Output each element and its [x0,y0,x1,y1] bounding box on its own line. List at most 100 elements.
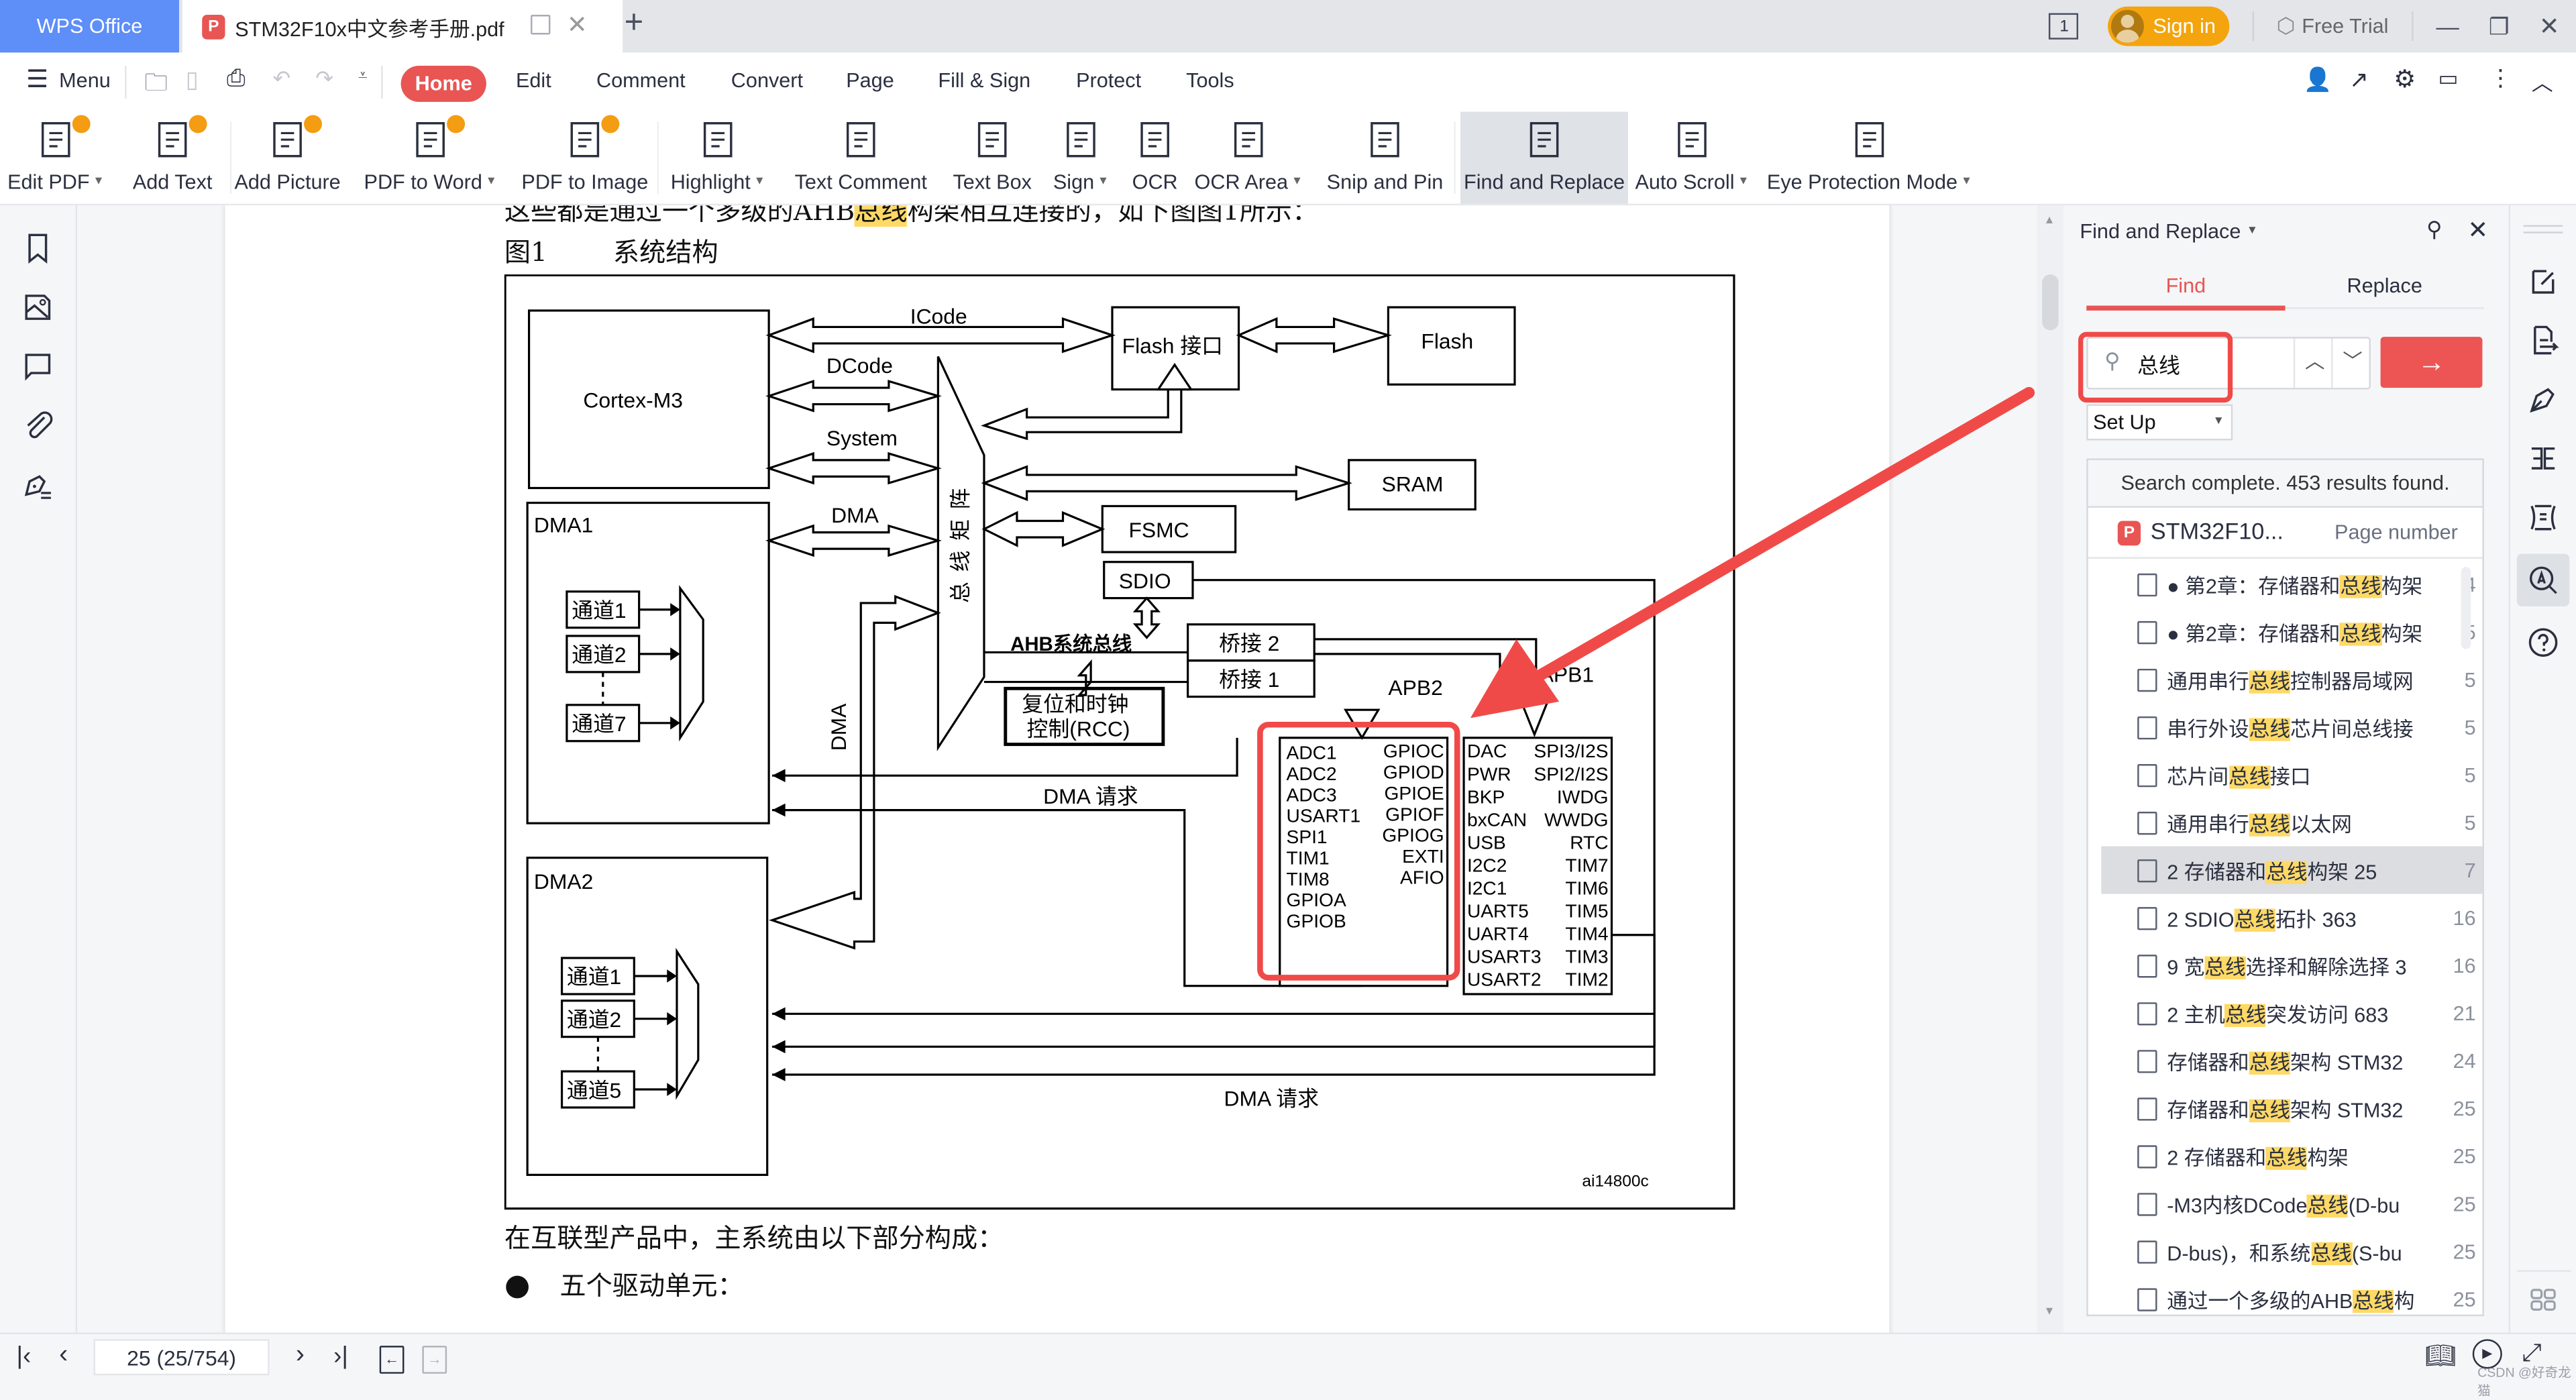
sign-pen-icon[interactable] [2527,383,2560,416]
tab-convert[interactable]: Convert [731,69,803,92]
grid-apps-icon[interactable] [2527,1283,2560,1316]
sign-in-button[interactable]: Sign in [2108,6,2229,46]
print-icon[interactable]: ⎙ [227,64,245,93]
dropdown-caret-icon[interactable]: ▼ [93,176,104,187]
ribbon-eye-protection-mode-button[interactable]: Eye Protection Mode ▼ [1766,112,1974,204]
search-result-item[interactable]: 2 主机总线突发访问 683 21 [2101,989,2482,1037]
search-result-item[interactable]: -M3内核DCode总线(D-bu 25 [2101,1180,2482,1228]
close-window-button[interactable]: ✕ [2539,11,2560,42]
tab-find[interactable]: Find [2086,274,2285,297]
drag-handle-icon[interactable] [2523,225,2563,233]
quick-access-dropdown-icon[interactable]: ⩡ [358,67,368,85]
search-result-item[interactable]: 芯片间总线接口 5 [2101,751,2482,798]
dropdown-caret-icon[interactable]: ▼ [754,176,765,187]
panel-title[interactable]: Find and Replace ▼ [2080,220,2257,243]
scroll-down-icon[interactable]: ▼ [2044,1306,2055,1317]
ribbon-edit-pdf-button[interactable]: Edit PDF ▼ [7,112,104,204]
dropdown-caret-icon[interactable]: ▼ [1737,176,1749,187]
ribbon-add-text-button[interactable]: Add Text [128,112,217,204]
edit-note-icon[interactable] [2527,264,2560,297]
tab-replace[interactable]: Replace [2286,274,2484,297]
undo-icon[interactable]: ↶ [273,66,291,92]
bookmark-icon[interactable] [21,231,54,264]
ribbon-sign-button[interactable]: Sign ▼ [1051,112,1110,204]
signature-icon[interactable] [21,468,54,501]
pin-panel-icon[interactable]: ⚲ [2426,217,2442,243]
first-page-button[interactable]: |‹ [16,1342,31,1370]
document-viewport[interactable]: 这些都是通过一个多级的AHB总线构架相互连接的，如下图图1所示： 图1系统结构 [77,205,2037,1333]
document-tab[interactable]: P STM32F10x中文参考手册.pdf ✕ [182,0,623,53]
dropdown-caret-icon[interactable]: ▼ [486,176,497,187]
compare-icon[interactable] [2527,442,2560,475]
back-view-button[interactable]: ← [379,1346,405,1374]
redo-icon[interactable]: ↷ [315,66,333,92]
fullscreen-icon[interactable]: ⤢ [2522,1339,2541,1367]
save-icon[interactable]: ▯ [186,66,199,94]
pin-tab-icon[interactable] [531,15,551,35]
search-result-item[interactable]: 2 存储器和总线构架 25 [2101,1132,2482,1180]
document-scrollbar[interactable]: ▲ ▼ [2037,205,2063,1333]
ribbon-highlight-button[interactable]: Highlight ▼ [667,112,769,204]
results-scrollbar-thumb[interactable] [2461,567,2471,649]
free-trial-button[interactable]: Free Trial [2302,15,2388,38]
page-number-input[interactable]: 25 (25/754) [93,1339,270,1376]
setup-dropdown[interactable]: Set Up ▼ [2086,404,2233,441]
search-result-item[interactable]: 通过一个多级的AHB总线构 25 [2101,1275,2482,1323]
dropdown-caret-icon[interactable]: ▼ [1961,176,1972,187]
search-result-item[interactable]: 9 宽总线选择和解除选择 3 16 [2101,942,2482,989]
scrollbar-thumb[interactable] [2042,274,2059,331]
scroll-up-icon[interactable]: ▲ [2044,215,2055,227]
collapse-ribbon-icon[interactable]: ︿ [2532,66,2553,97]
search-result-item[interactable]: ● 第2章：存储器和总线构架4 [2101,560,2482,608]
page-view-icon[interactable]: 1 [2049,13,2080,40]
settings-icon[interactable]: ⚙ [2394,64,2416,94]
ribbon-pdf-to-image-button[interactable]: PDF to Image [519,112,651,204]
wps-office-tab[interactable]: WPS Office [0,0,179,53]
dropdown-caret-icon[interactable]: ▼ [1097,176,1109,187]
tab-page[interactable]: Page [846,69,894,92]
search-result-item[interactable]: 通用串行总线以太网 5 [2101,798,2482,846]
tab-home[interactable]: Home [400,65,486,102]
ribbon-auto-scroll-button[interactable]: Auto Scroll ▼ [1635,112,1750,204]
next-result-button[interactable]: ﹀ [2343,347,2362,375]
previous-result-button[interactable]: ︿ [2305,347,2324,375]
search-result-item[interactable]: 2 存储器和总线构架 25 7 [2101,846,2483,894]
comment-icon[interactable] [21,350,54,383]
new-tab-button[interactable]: + [625,5,644,42]
search-result-item[interactable]: D-bus)，和系统总线(S-bu 25 [2101,1228,2482,1275]
search-result-item[interactable]: 串行外设总线芯片间总线接 5 [2101,703,2482,751]
add-user-icon[interactable]: 👤 [2303,66,2332,94]
close-tab-icon[interactable]: ✕ [567,10,588,40]
restore-button[interactable]: ❐ [2489,12,2510,40]
tab-comment[interactable]: Comment [596,69,686,92]
search-result-item[interactable]: 通用串行总线控制器局域网 5 [2101,655,2482,703]
tab-tools[interactable]: Tools [1186,69,1234,92]
close-panel-icon[interactable]: ✕ [2467,215,2488,245]
search-result-item[interactable]: 存储器和总线架构 STM32 25 [2101,1085,2482,1132]
share-icon[interactable]: ↗ [2349,66,2369,94]
dropdown-caret-icon[interactable]: ▼ [1291,176,1303,187]
ribbon-text-box-button[interactable]: Text Box [948,112,1036,204]
hamburger-icon[interactable]: ☰ [26,64,48,94]
ribbon-text-comment-button[interactable]: Text Comment [792,112,930,204]
find-text-icon[interactable] [2527,563,2560,596]
scroll-read-icon[interactable] [2527,501,2560,534]
thumbnail-icon[interactable] [21,291,54,324]
help-icon[interactable] [2527,626,2560,659]
open-folder-icon[interactable]: 🗀 [145,66,168,105]
next-page-button[interactable]: › [296,1341,305,1370]
last-page-button[interactable]: ›| [333,1342,348,1370]
read-mode-icon[interactable]: 📖︎ [2425,1341,2457,1370]
more-options-icon[interactable]: ⋮ [2489,64,2512,93]
ribbon-pdf-to-word-button[interactable]: PDF to Word ▼ [364,112,497,204]
feedback-icon[interactable]: ▭ [2438,66,2458,92]
previous-page-button[interactable]: ‹ [59,1341,68,1370]
export-doc-icon[interactable] [2527,324,2560,357]
attachment-icon[interactable] [21,409,54,442]
ribbon-add-picture-button[interactable]: Add Picture [233,112,342,204]
ribbon-snip-and-pin-button[interactable]: Snip and Pin [1324,112,1446,204]
ribbon-find-and-replace-button[interactable]: Find and Replace [1460,111,1628,204]
minimize-button[interactable]: — [2436,13,2459,40]
tab-protect[interactable]: Protect [1076,69,1141,92]
search-result-item[interactable]: 存储器和总线架构 STM32 24 [2101,1037,2482,1085]
